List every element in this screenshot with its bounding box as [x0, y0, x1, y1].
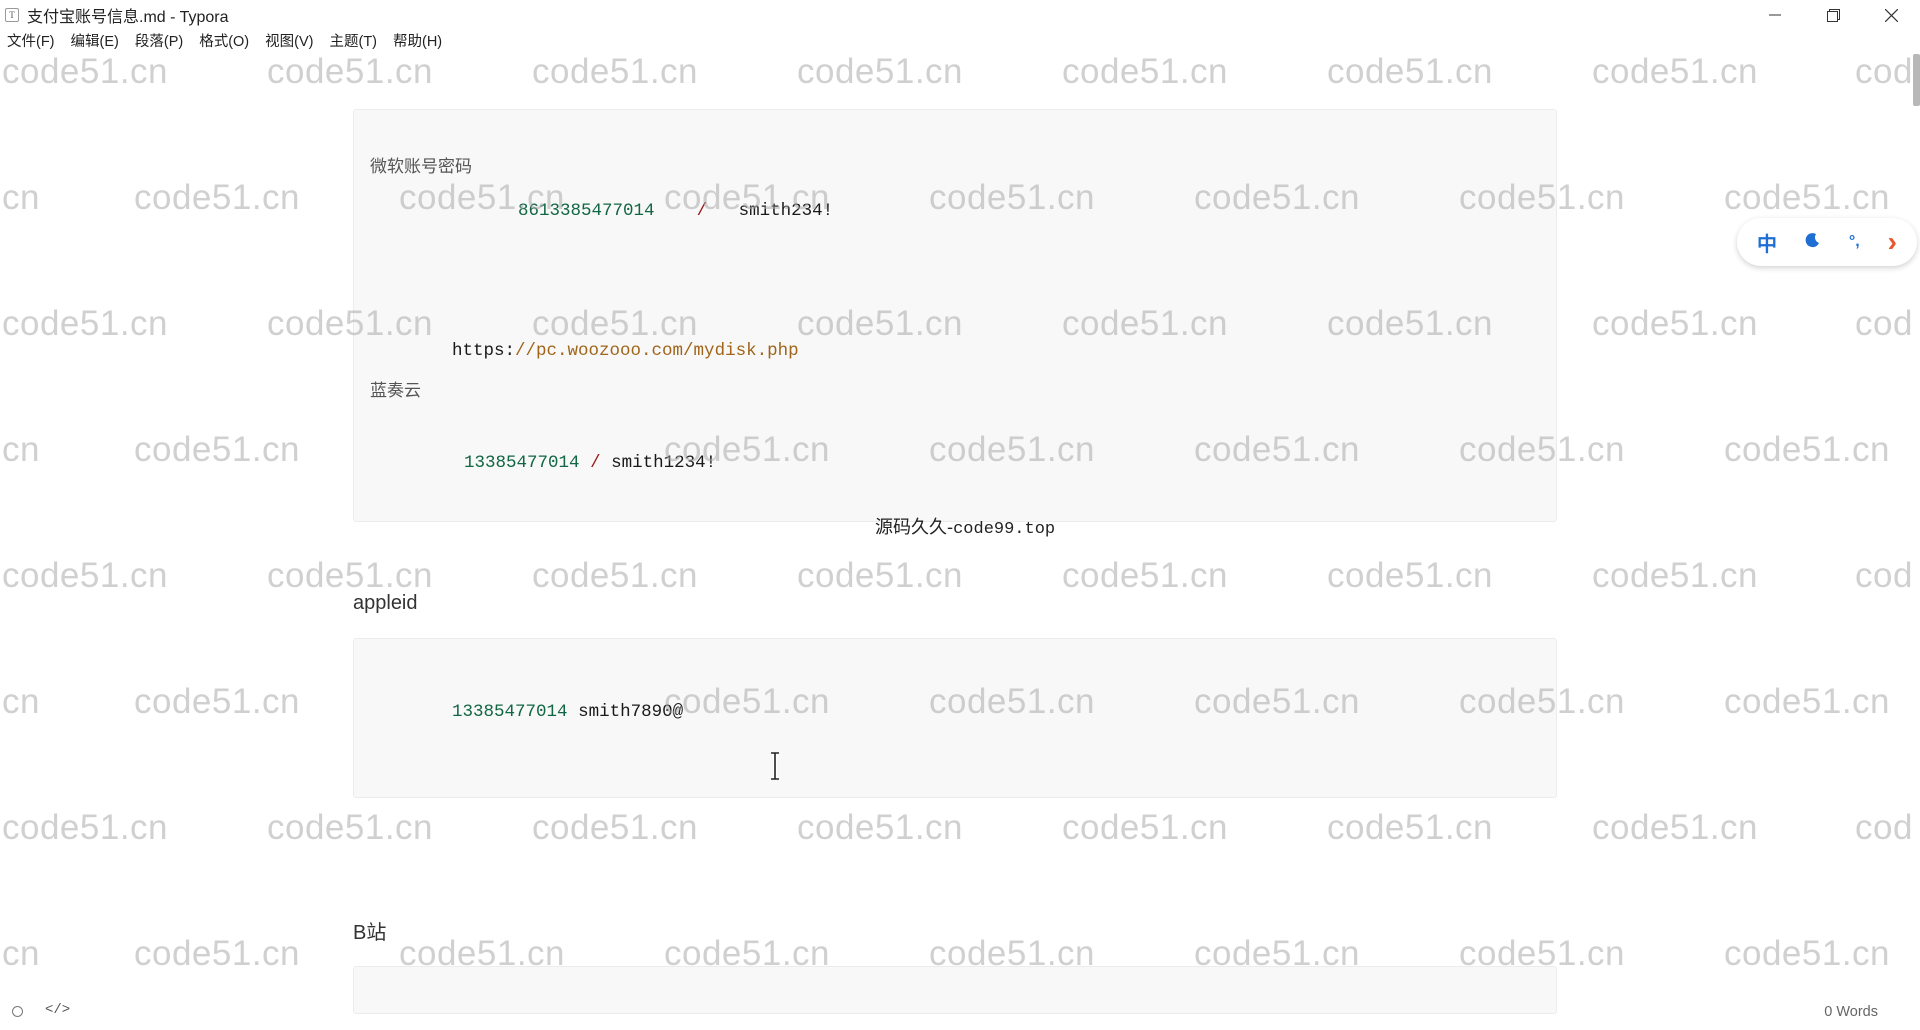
lanzou-phone: 13385477014: [464, 453, 580, 473]
heading-bilibili: B站: [353, 922, 387, 944]
menu-view[interactable]: 视图(V): [257, 30, 321, 54]
menu-help[interactable]: 帮助(H): [385, 30, 450, 54]
code-line-appleid: 13385477014 smith7890@: [368, 682, 683, 742]
editor-area[interactable]: 微软账号密码 8613385477014 / smith234! https:/…: [0, 54, 1920, 1014]
lanzou-separator: /: [590, 453, 601, 473]
window-title: 支付宝账号信息.md - Typora: [27, 9, 229, 26]
url-scheme: https:: [452, 341, 516, 361]
text-cursor-icon: [771, 752, 779, 780]
source-note-domain: code99.top: [953, 520, 1056, 539]
menu-edit[interactable]: 编辑(E): [63, 30, 127, 54]
heading-appleid: appleid: [353, 592, 418, 614]
typora-window: T 支付宝账号信息.md - Typora 文件(F) 编辑(E) 段落(P) …: [0, 0, 1920, 1030]
window-controls: [1746, 0, 1920, 30]
label-microsoft-account: 微软账号密码: [370, 157, 472, 177]
ime-expand-arrow[interactable]: ›: [1888, 228, 1897, 256]
menu-paragraph[interactable]: 段落(P): [127, 30, 191, 54]
close-icon: [1884, 8, 1898, 22]
url-path: //pc.woozooo.com/mydisk.php: [515, 341, 799, 361]
code-line-url: https://pc.woozooo.com/mydisk.php: [368, 321, 799, 381]
label-lanzou: 蓝奏云: [370, 381, 421, 401]
lanzou-password: smith1234!: [611, 453, 717, 473]
appleid-phone: 13385477014: [452, 702, 568, 722]
code-line-lanzou: 13385477014 / smith1234!: [380, 433, 716, 493]
minimize-icon: [1769, 14, 1781, 16]
ms-phone: 8613385477014: [518, 201, 655, 221]
code-block-accounts[interactable]: 微软账号密码 8613385477014 / smith234! https:/…: [353, 109, 1557, 522]
title-bar: T 支付宝账号信息.md - Typora: [0, 0, 1920, 30]
ms-separator: /: [696, 201, 708, 221]
menu-format[interactable]: 格式(O): [191, 30, 257, 54]
ime-language-toggle[interactable]: 中: [1757, 228, 1777, 257]
restore-icon: [1826, 8, 1840, 22]
close-button[interactable]: [1862, 0, 1920, 30]
scrollbar-thumb[interactable]: [1913, 54, 1920, 106]
minimize-button[interactable]: [1746, 0, 1804, 30]
word-count[interactable]: 0 Words: [1824, 1004, 1878, 1020]
status-bar: </> 0 Words: [0, 996, 1920, 1030]
restore-button[interactable]: [1804, 0, 1862, 30]
ms-password: smith234!: [738, 201, 834, 221]
menu-file[interactable]: 文件(F): [0, 30, 63, 54]
menu-theme[interactable]: 主题(T): [321, 30, 385, 54]
outline-toggle-icon[interactable]: [12, 1006, 23, 1017]
source-note: 源码久久-code99.top: [875, 513, 1055, 539]
menu-bar: 文件(F) 编辑(E) 段落(P) 格式(O) 视图(V) 主题(T) 帮助(H…: [0, 30, 1920, 54]
moon-icon[interactable]: [1805, 232, 1821, 253]
appleid-password: smith7890@: [578, 702, 684, 722]
code-line-ms: 8613385477014 / smith234!: [434, 181, 833, 241]
vertical-scrollbar[interactable]: [1911, 54, 1920, 994]
typora-app-icon: T: [5, 8, 19, 22]
source-code-mode-icon[interactable]: </>: [45, 1002, 70, 1018]
code-block-appleid[interactable]: 13385477014 smith7890@: [353, 638, 1557, 798]
ime-punctuation-toggle[interactable]: °,: [1849, 233, 1860, 251]
source-note-cjk: 源码久久-: [875, 517, 954, 538]
ime-toolbar[interactable]: 中 °, ›: [1737, 218, 1917, 266]
